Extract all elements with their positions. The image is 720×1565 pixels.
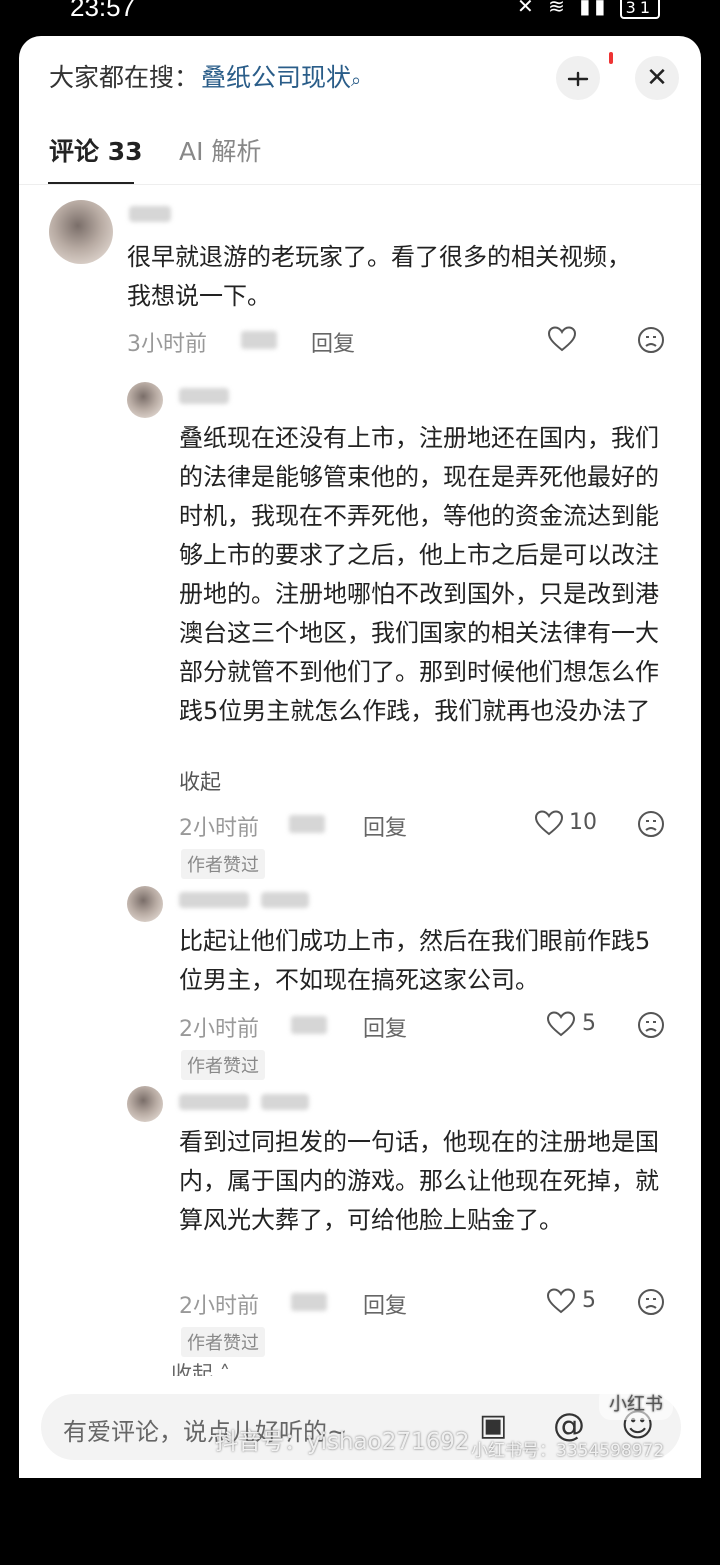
collapse-text-button[interactable]: 收起 xyxy=(179,766,221,796)
username-blurred[interactable] xyxy=(179,892,249,908)
wifi-icon: ≋ xyxy=(548,0,569,18)
search-query[interactable]: 叠纸公司现状 xyxy=(201,63,351,92)
dislike-icon[interactable] xyxy=(637,1011,665,1039)
username-blurred xyxy=(261,892,309,908)
xhs-watermark-id: 小红书号：3354598972 xyxy=(471,1441,665,1461)
dislike-icon[interactable] xyxy=(637,810,665,838)
mute-icon: ✕ xyxy=(517,0,538,18)
avatar[interactable] xyxy=(127,382,163,418)
like-count: 5 xyxy=(582,1011,596,1036)
comment-time: 3小时前 xyxy=(127,332,207,357)
reply-button[interactable]: 回复 xyxy=(363,1011,407,1043)
like-icon[interactable] xyxy=(545,1285,577,1317)
comments-sheet: 大家都在搜：叠纸公司现状⌕ ✕ 评论 33 AI 解析 很早就退游的老玩家了。看… xyxy=(19,36,701,1478)
like-icon[interactable] xyxy=(533,807,565,839)
location-blurred xyxy=(241,331,277,349)
reply-button[interactable]: 回复 xyxy=(363,1288,407,1320)
location-blurred xyxy=(291,1293,327,1311)
status-time: 23:57 xyxy=(70,0,136,22)
cast-button[interactable] xyxy=(556,56,600,100)
username-blurred[interactable] xyxy=(129,206,171,222)
signal-icon: ▮▮ xyxy=(579,0,610,18)
tab-comments[interactable]: 评论 33 xyxy=(49,132,143,168)
comment-time: 2小时前 xyxy=(179,1017,259,1042)
username-blurred[interactable] xyxy=(179,388,229,404)
reply-button[interactable]: 回复 xyxy=(311,326,355,358)
like-icon[interactable] xyxy=(546,323,578,355)
author-liked-badge: 作者赞过 xyxy=(181,1327,265,1357)
divider xyxy=(19,184,701,185)
dislike-icon[interactable] xyxy=(637,1288,665,1316)
avatar[interactable] xyxy=(127,1086,163,1122)
cast-icon xyxy=(567,71,589,87)
like-count: 5 xyxy=(582,1288,596,1313)
dislike-icon[interactable] xyxy=(637,326,665,354)
douyin-watermark: 抖音号：yishao271692 xyxy=(215,1429,470,1455)
search-prefix: 大家都在搜： xyxy=(49,63,200,92)
comment-text: 看到过同担发的一句话，他现在的注册地是国内，属于国内的游戏。那么让他现在死掉，就… xyxy=(179,1128,659,1234)
comment-time: 2小时前 xyxy=(179,1294,259,1319)
author-liked-badge: 作者赞过 xyxy=(181,1050,265,1080)
reply-button[interactable]: 回复 xyxy=(363,810,407,842)
avatar[interactable] xyxy=(49,200,113,264)
comment-text: 叠纸现在还没有上市，注册地还在国内，我们的法律是能够管束他的，现在是弄死他最好的… xyxy=(179,424,659,725)
comment-time: 2小时前 xyxy=(179,816,259,841)
location-blurred xyxy=(291,1016,327,1034)
username-blurred[interactable] xyxy=(179,1094,249,1110)
tab-ai-analysis[interactable]: AI 解析 xyxy=(179,132,261,168)
avatar[interactable] xyxy=(127,886,163,922)
status-icons: ✕ ≋ ▮▮ 31 xyxy=(517,0,660,19)
comment-text: 比起让他们成功上市，然后在我们眼前作践5位男主，不如现在搞死这家公司。 xyxy=(179,927,651,994)
xhs-watermark-logo: 小红书 xyxy=(599,1386,673,1420)
status-bar: 23:57 ✕ ≋ ▮▮ 31 xyxy=(0,0,720,38)
username-blurred xyxy=(261,1094,309,1110)
trending-search[interactable]: 大家都在搜：叠纸公司现状⌕ xyxy=(49,58,361,94)
battery-icon: 31 xyxy=(619,0,660,19)
author-liked-badge: 作者赞过 xyxy=(181,849,265,879)
close-button[interactable]: ✕ xyxy=(635,56,679,100)
location-blurred xyxy=(289,815,325,833)
search-icon: ⌕ xyxy=(351,70,362,91)
notification-dot xyxy=(609,52,613,64)
comment-text: 很早就退游的老玩家了。看了很多的相关视频，我想说一下。 xyxy=(127,243,631,310)
like-icon[interactable] xyxy=(545,1008,577,1040)
like-count: 10 xyxy=(569,810,597,835)
close-icon: ✕ xyxy=(646,63,668,93)
